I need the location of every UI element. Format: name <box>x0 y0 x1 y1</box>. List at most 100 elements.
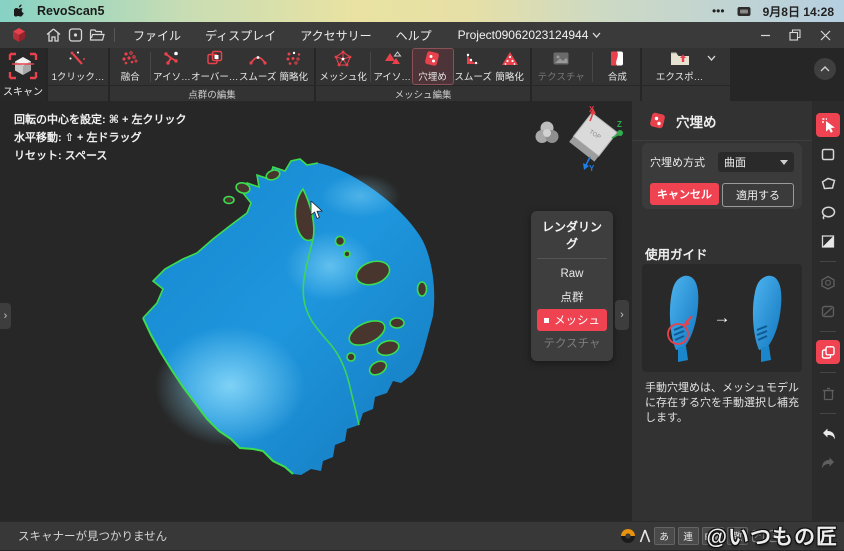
input-source-icon[interactable] <box>737 6 751 17</box>
project-name-dropdown[interactable]: Project09062023124944 <box>458 28 602 42</box>
export-button[interactable]: エクスポ… <box>656 50 716 83</box>
status-message: スキャナーが見つかりません <box>18 528 167 544</box>
svg-text:Z: Z <box>617 120 622 129</box>
chevron-down-icon <box>707 55 716 61</box>
pc-isolated-button[interactable]: アイソ… <box>153 50 191 83</box>
main-toolbar: スキャン 1クリック… 融合 アイソ… オーバー… <box>0 48 844 101</box>
svg-text:Y: Y <box>589 164 595 173</box>
minimize-button[interactable] <box>752 25 778 45</box>
fuse-icon <box>120 50 140 67</box>
isolated-mesh-icon <box>382 50 402 67</box>
lasso-select-icon <box>820 205 837 220</box>
menu-display[interactable]: ディスプレイ <box>205 27 276 44</box>
new-project-button[interactable] <box>64 26 86 44</box>
chevron-up-icon <box>820 66 830 72</box>
chevron-down-icon <box>780 160 788 165</box>
project-name: Project09062023124944 <box>458 28 589 42</box>
menubar-time[interactable]: 14:28 <box>803 5 834 19</box>
close-button[interactable] <box>812 25 838 45</box>
texture-composite-section: テクスチャ 合成 <box>532 48 640 101</box>
strip-divider <box>820 413 836 414</box>
method-label: 穴埋め方式 <box>650 154 705 170</box>
rendering-option-pointcloud[interactable]: 点群 <box>537 286 607 308</box>
select-cursor-tool[interactable] <box>816 113 840 137</box>
overlap-icon <box>205 50 225 67</box>
mesh-smooth-button[interactable]: スムーズ <box>454 50 492 83</box>
rectangle-select-icon <box>820 147 836 162</box>
svg-text:X: X <box>589 105 595 114</box>
menu-accessories[interactable]: アクセサリー <box>300 27 371 44</box>
open-project-button[interactable] <box>86 26 108 44</box>
strip-divider <box>820 372 836 373</box>
menu-help[interactable]: ヘルプ <box>396 27 432 44</box>
apple-menu-icon[interactable] <box>14 4 27 19</box>
rendering-option-mesh[interactable]: メッシュ <box>537 309 607 331</box>
viewport-3d[interactable]: 回転の中心を設定: ⌘ + 左クリック 水平移動: ⇧ + 左ドラッグ リセット… <box>0 101 632 521</box>
hint-rotate: 回転の中心を設定: ⌘ + 左クリック <box>14 111 186 129</box>
mesh-simplify-button[interactable]: 簡略化 <box>493 50 527 83</box>
mesh-isolated-button[interactable]: アイソ… <box>373 50 411 83</box>
right-panel-expander[interactable]: › <box>615 300 629 330</box>
guide-title: 使用ガイド <box>645 244 708 263</box>
guide-model-after <box>737 272 791 364</box>
menu-file[interactable]: ファイル <box>133 27 181 44</box>
hole-filling-button[interactable]: 穴埋め <box>412 48 454 85</box>
pointcloud-edit-group: 融合 アイソ… オーバー… スムーズ 簡略化 点群の編集 <box>110 48 314 101</box>
scan-label: スキャン <box>3 83 43 98</box>
hole-filling-icon <box>648 112 668 130</box>
plane-select-icon <box>820 304 836 319</box>
pc-smooth-button[interactable]: スムーズ <box>239 50 277 83</box>
watermark-text: @いつもの匠 <box>707 521 838 551</box>
rectangle-select-tool[interactable] <box>816 142 840 166</box>
deselect-all-tool[interactable] <box>816 340 840 364</box>
ime-mode-icon[interactable] <box>620 528 636 544</box>
menubar-more-icon[interactable]: ••• <box>712 4 725 18</box>
group-divider <box>150 52 151 82</box>
nav-cube-widget[interactable]: TOP X Z Y <box>560 105 626 175</box>
strip-divider <box>820 261 836 262</box>
hole-filling-panel: 穴埋め 穴埋め方式 曲面 キャンセル 適用する 使用ガイド → <box>632 101 812 521</box>
mesh-create-button[interactable]: メッシュ化 <box>319 50 367 83</box>
pc-simplify-button[interactable]: 簡略化 <box>277 50 311 83</box>
isolated-points-icon <box>162 50 182 67</box>
texture-icon <box>551 50 571 67</box>
undo-button[interactable] <box>816 422 840 446</box>
rendering-panel-title: レンダリング <box>537 218 607 259</box>
rendering-option-raw[interactable]: Raw <box>537 263 607 285</box>
composite-button[interactable]: 合成 <box>600 50 634 83</box>
magic-wand-icon <box>68 50 88 67</box>
composite-icon <box>607 50 627 67</box>
selection-tool-strip <box>812 101 844 521</box>
scanned-mesh-model[interactable] <box>135 131 455 491</box>
scan-button[interactable]: スキャン <box>0 48 46 101</box>
invert-selection-tool[interactable] <box>816 229 840 253</box>
chevron-down-icon <box>592 32 601 38</box>
pc-overlap-button[interactable]: オーバー… <box>191 50 238 83</box>
arrow-right-icon: → <box>714 308 731 328</box>
restore-button[interactable] <box>782 25 808 45</box>
scan-icon <box>8 52 38 80</box>
mesh-edit-group: メッシュ化 アイソ… 穴埋め スムーズ 簡略化 メッシュ編集 <box>316 48 530 101</box>
view-spheres-widget[interactable] <box>533 119 561 147</box>
texture-button: テクスチャ <box>538 50 585 83</box>
polygon-select-tool[interactable] <box>816 171 840 195</box>
left-panel-expander[interactable]: › <box>0 303 11 329</box>
ime-pen-icon[interactable] <box>639 529 651 543</box>
lasso-select-tool[interactable] <box>816 200 840 224</box>
one-click-edit-button[interactable]: 1クリック… <box>52 50 105 83</box>
mesh-group-label: メッシュ編集 <box>394 87 451 101</box>
apply-button[interactable]: 適用する <box>722 183 794 207</box>
group-divider <box>370 52 371 82</box>
mesh-smooth-icon <box>463 50 483 67</box>
menubar-date[interactable]: 9月8日 <box>763 5 800 19</box>
home-button[interactable] <box>42 26 64 44</box>
menubar-app-name[interactable]: RevoScan5 <box>37 4 104 18</box>
ime-renbun-button[interactable]: 連 <box>678 527 699 545</box>
ime-kana-button[interactable]: あ <box>654 527 675 545</box>
mesh-simplify-icon <box>500 50 520 67</box>
redo-button <box>816 451 840 475</box>
toolbar-collapse-button[interactable] <box>814 58 836 80</box>
fuse-button[interactable]: 融合 <box>113 50 147 83</box>
cancel-button[interactable]: キャンセル <box>650 183 719 205</box>
method-dropdown[interactable]: 曲面 <box>718 152 794 172</box>
